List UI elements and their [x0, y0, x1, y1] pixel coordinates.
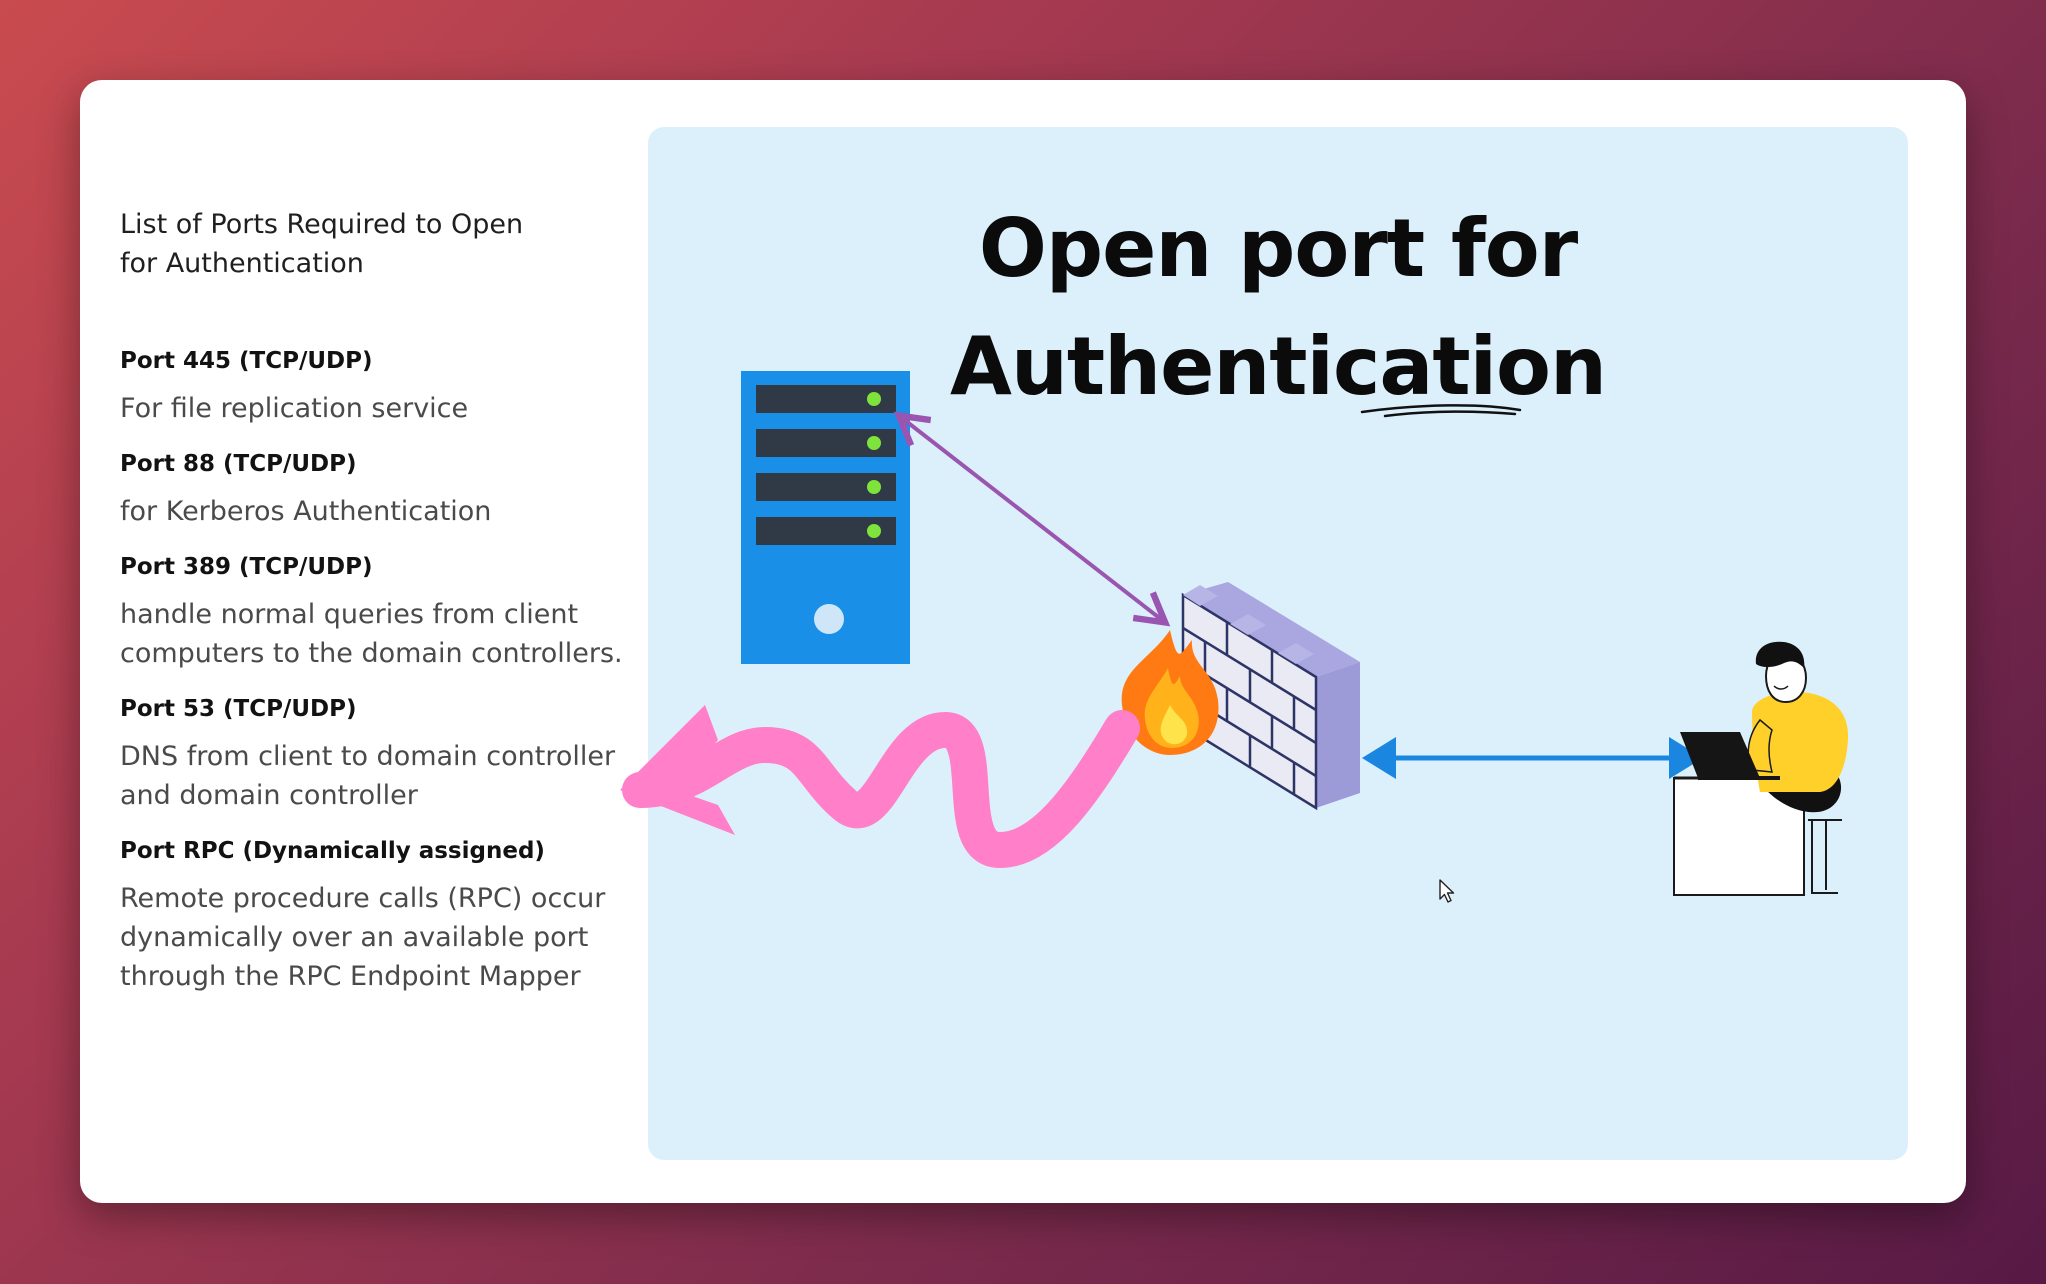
title-underline [1360, 404, 1522, 418]
cursor-icon [1439, 879, 1455, 903]
diagram-artwork [620, 371, 1849, 903]
pink-arrow [620, 705, 1140, 868]
blue-arrow [1362, 737, 1703, 779]
server-icon [741, 371, 910, 664]
user-at-laptop-icon [1673, 641, 1849, 896]
purple-arrow [893, 411, 1171, 627]
